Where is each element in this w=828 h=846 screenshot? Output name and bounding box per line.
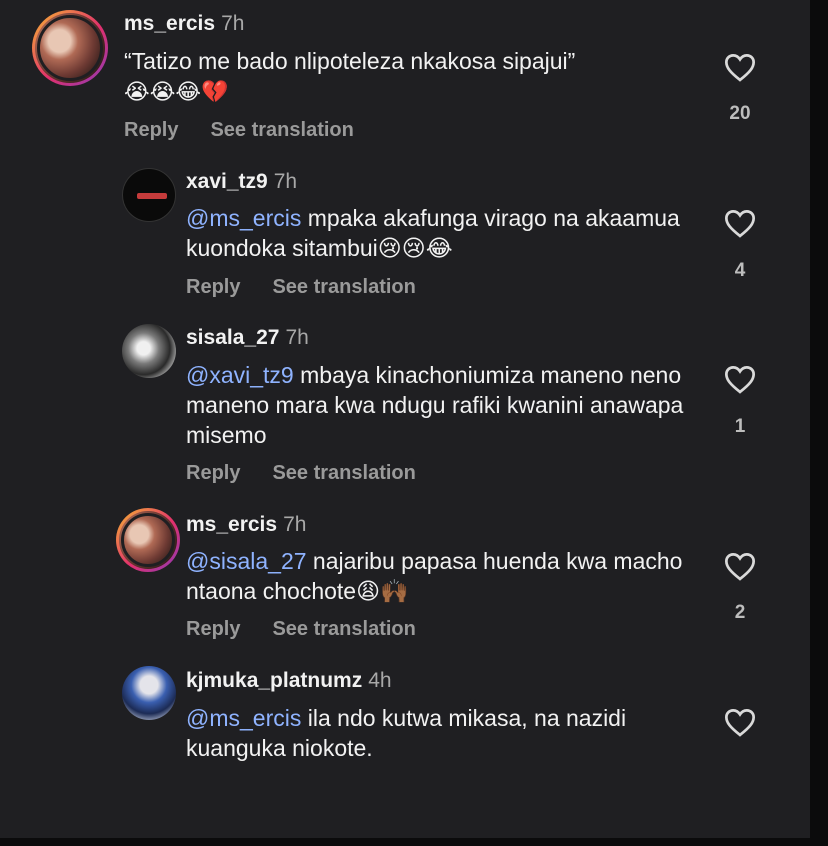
avatar[interactable] <box>32 10 108 86</box>
comment-time: 7h <box>273 170 298 193</box>
reply-button[interactable]: Reply <box>186 276 240 298</box>
see-translation-button[interactable]: See translation <box>272 618 415 640</box>
see-translation-button[interactable]: See translation <box>272 276 415 298</box>
comment-text: @ms_ercis mpaka akafunga virago na akaam… <box>186 203 686 263</box>
heart-outline-icon[interactable] <box>723 707 757 737</box>
comment-username[interactable]: kjmuka_platnumz 4h <box>186 669 392 693</box>
comment-username[interactable]: xavi_tz9 7h <box>186 170 297 194</box>
heart-outline-icon[interactable] <box>723 364 757 394</box>
like-count: 4 <box>734 260 746 281</box>
username-text[interactable]: sisala_27 <box>186 326 279 349</box>
see-translation-button[interactable]: See translation <box>210 119 353 141</box>
frame-border <box>0 838 828 846</box>
reply-button[interactable]: Reply <box>124 119 178 141</box>
like-count: 2 <box>734 602 746 623</box>
comment-actions: Reply See translation <box>186 618 448 641</box>
comment-text: @ms_ercis ila ndo kutwa mikasa, na nazid… <box>186 703 656 763</box>
comment-actions: Reply See translation <box>186 462 448 485</box>
comment-time: 7h <box>283 513 307 536</box>
comment-time: 7h <box>285 326 309 349</box>
like-count: 1 <box>734 416 746 437</box>
avatar[interactable] <box>122 168 176 222</box>
frame-border <box>810 0 828 846</box>
username-text[interactable]: ms_ercis <box>124 12 215 35</box>
avatar[interactable] <box>122 324 176 378</box>
heart-outline-icon[interactable] <box>723 208 757 238</box>
comment-username[interactable]: ms_ercis 7h <box>124 12 244 36</box>
comments-screen: ms_ercis 7h “Tatizo me bado nlipoteleza n… <box>0 0 810 838</box>
like-count: 20 <box>729 103 751 124</box>
mention-link[interactable]: @xavi_tz9 <box>186 362 294 388</box>
username-text[interactable]: kjmuka_platnumz <box>186 669 362 692</box>
heart-outline-icon[interactable] <box>723 551 757 581</box>
reply-button[interactable]: Reply <box>186 618 240 640</box>
comment-username[interactable]: ms_ercis 7h <box>186 513 306 537</box>
heart-outline-icon[interactable] <box>723 52 757 82</box>
comment-text: @xavi_tz9 mbaya kinachoniumiza maneno ne… <box>186 360 686 450</box>
comment-text: “Tatizo me bado nlipoteleza nkakosa sipa… <box>124 46 704 108</box>
comment-username[interactable]: sisala_27 7h <box>186 326 309 350</box>
username-text[interactable]: xavi_tz9 <box>186 170 268 193</box>
comment-time: 4h <box>368 669 392 692</box>
comment-emojis: 😭😭😂💔 <box>124 80 229 105</box>
comment-actions: Reply See translation <box>186 276 448 299</box>
see-translation-button[interactable]: See translation <box>272 462 415 484</box>
mention-link[interactable]: @ms_ercis <box>186 205 301 231</box>
reply-button[interactable]: Reply <box>186 462 240 484</box>
comment-actions: Reply See translation <box>124 119 386 142</box>
username-text[interactable]: ms_ercis <box>186 513 277 536</box>
avatar[interactable] <box>116 508 180 572</box>
mention-link[interactable]: @ms_ercis <box>186 705 301 731</box>
comment-body: “Tatizo me bado nlipoteleza nkakosa sipa… <box>124 48 576 74</box>
mention-link[interactable]: @sisala_27 <box>186 548 307 574</box>
comment-text: @sisala_27 najaribu papasa huenda kwa ma… <box>186 546 686 606</box>
avatar[interactable] <box>122 666 176 720</box>
comment-time: 7h <box>221 12 245 35</box>
